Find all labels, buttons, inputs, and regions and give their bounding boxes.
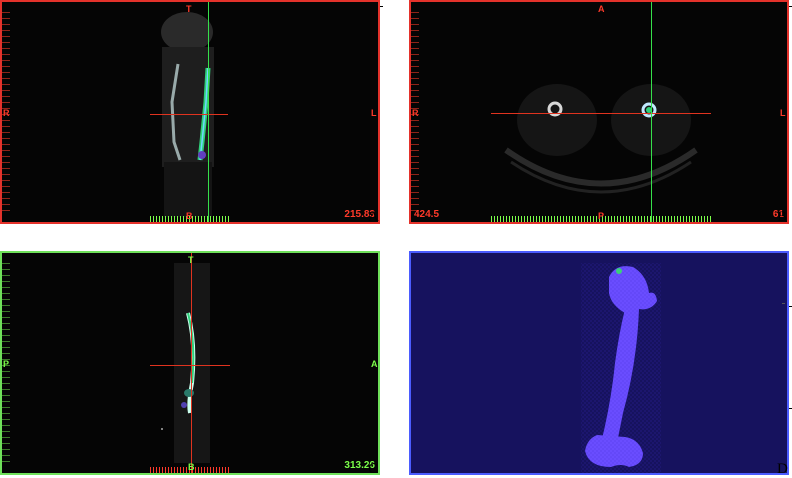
horizontal-crosshair[interactable] — [150, 114, 228, 115]
orientation-right-label: A — [371, 359, 378, 369]
sagittal-ct-image — [161, 263, 210, 463]
window-level-value: 424.5 — [414, 209, 440, 220]
axial-view-panel[interactable]: A P R L 424.5 61 — [409, 0, 789, 224]
panel-a-letter: A — [368, 209, 379, 225]
vertical-scroll-mark — [782, 303, 785, 304]
orientation-left-label: P — [3, 359, 10, 369]
panel-c-letter: C — [368, 461, 379, 477]
horizontal-crosshair[interactable] — [150, 365, 230, 366]
orientation-left-label: R — [3, 108, 10, 118]
orientation-top-label: T — [188, 255, 194, 265]
3d-model-panel[interactable] — [409, 251, 789, 475]
orientation-top-label: T — [186, 4, 192, 14]
coronal-ct-image — [161, 12, 214, 217]
panel-b-letter: B — [777, 209, 788, 225]
orientation-bottom-label: P — [598, 211, 605, 221]
vertical-crosshair[interactable] — [651, 2, 652, 222]
coronal-view-panel[interactable]: T B R L 215.83 — [0, 0, 380, 224]
orientation-right-label: L — [371, 108, 377, 118]
vertical-crosshair[interactable] — [191, 253, 192, 473]
panel-d-letter: D — [777, 461, 788, 477]
orientation-top-label: A — [598, 4, 605, 14]
orientation-bottom-label: B — [188, 462, 195, 472]
orientation-bottom-label: B — [186, 211, 193, 221]
orientation-right-label: L — [780, 108, 786, 118]
axial-ct-image — [504, 84, 698, 194]
panel-a-edge-tick — [380, 6, 383, 7]
sagittal-view-panel[interactable]: T B P A 313.26 — [0, 251, 380, 475]
orientation-left-label: R — [412, 108, 419, 118]
femur-3d-model — [581, 263, 661, 473]
horizontal-crosshair[interactable] — [491, 113, 711, 114]
vertical-crosshair[interactable] — [208, 2, 209, 222]
